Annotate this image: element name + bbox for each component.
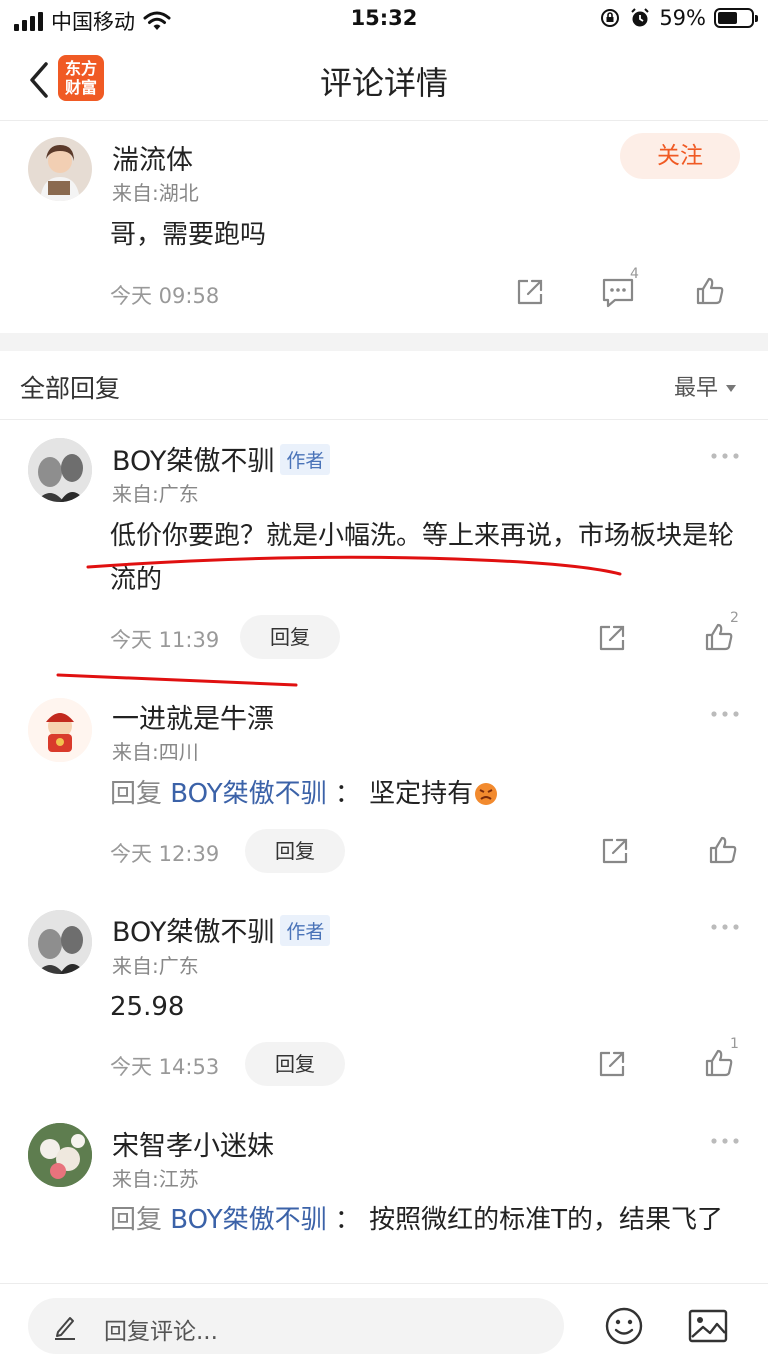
- reply-prefix: 回复: [110, 1205, 163, 1235]
- avatar-image: [28, 698, 92, 762]
- bottom-bar: 回复评论...: [0, 1283, 768, 1368]
- more-icon[interactable]: [710, 710, 740, 718]
- reply-location: 来自:广东: [112, 954, 199, 978]
- mention-link[interactable]: BOY桀傲不驯: [170, 779, 326, 809]
- share-icon[interactable]: [596, 1048, 628, 1080]
- annotation-underline: [86, 555, 622, 576]
- more-icon[interactable]: [710, 1137, 740, 1145]
- reply-author-name: BOY桀傲不驯: [112, 917, 275, 948]
- reply-button[interactable]: 回复: [245, 829, 345, 873]
- reply-location: 来自:江苏: [112, 1167, 199, 1191]
- reply-text: 25.98: [110, 992, 185, 1022]
- avatar[interactable]: [28, 1123, 92, 1187]
- like-count: 1: [730, 1036, 739, 1052]
- share-icon[interactable]: [599, 835, 631, 867]
- avatar[interactable]: [28, 698, 92, 762]
- emoji-icon[interactable]: [604, 1306, 644, 1346]
- reply-author[interactable]: BOY桀傲不驯 作者: [112, 910, 331, 949]
- reply-time: 今天 14:53: [110, 1055, 220, 1079]
- angry-emoji-icon: [475, 783, 498, 805]
- reply-text: 回复 BOY桀傲不驯 ： 坚定持有: [110, 772, 499, 816]
- reply-author[interactable]: 宋智孝小迷妹: [112, 1124, 274, 1163]
- reply-colon: ：: [334, 779, 361, 809]
- more-icon[interactable]: [710, 923, 740, 931]
- reply-time: 今天 12:39: [110, 842, 220, 866]
- reply-body: 按照微红的标准T的，结果飞了: [369, 1205, 724, 1235]
- annotation-overlay: [56, 555, 622, 687]
- reply-button[interactable]: 回复: [245, 1042, 345, 1086]
- reply-input-placeholder: 回复评论...: [104, 1319, 218, 1345]
- pencil-icon: [55, 1317, 75, 1340]
- reply-text: 回复 BOY桀傲不驯 ： 按照微红的标准T的，结果飞了: [110, 1198, 746, 1242]
- reply-input[interactable]: 回复评论...: [28, 1298, 564, 1354]
- reply-location: 来自:四川: [112, 740, 199, 764]
- avatar-image: [28, 910, 92, 974]
- image-icon[interactable]: [688, 1308, 728, 1344]
- reply-prefix: 回复: [110, 779, 163, 809]
- reply-author[interactable]: 一进就是牛漂: [112, 697, 274, 736]
- reply-colon: ：: [334, 1205, 361, 1235]
- mention-link[interactable]: BOY桀傲不驯: [170, 1205, 326, 1235]
- avatar-image: [28, 1123, 92, 1187]
- reply-body: 坚定持有: [369, 779, 474, 809]
- annotation-underline: [56, 673, 298, 687]
- avatar[interactable]: [28, 910, 92, 974]
- like-icon[interactable]: [707, 834, 739, 866]
- author-badge: 作者: [280, 915, 331, 946]
